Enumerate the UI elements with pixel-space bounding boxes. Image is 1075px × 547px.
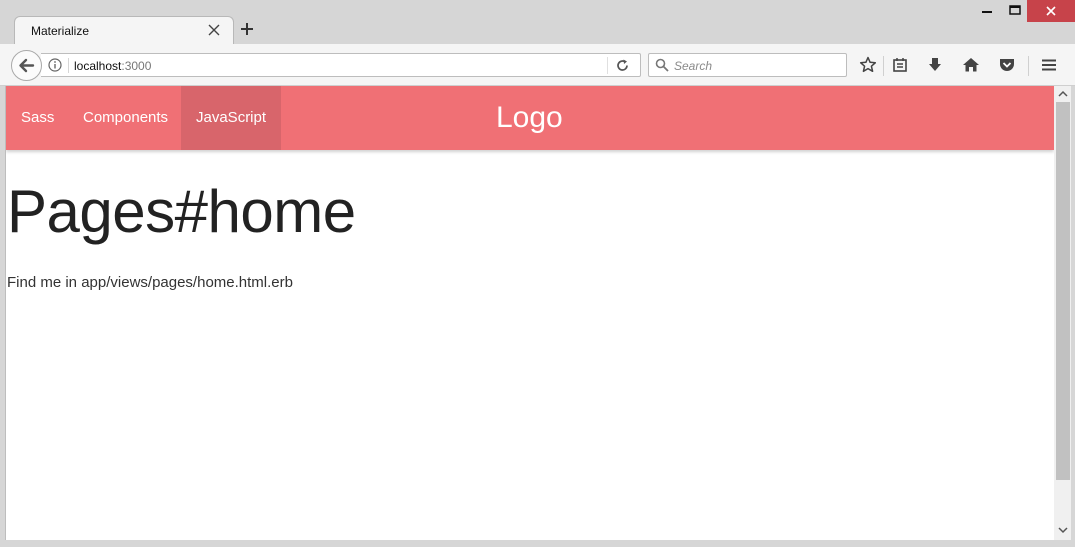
toolbar-separator <box>883 56 884 76</box>
back-button[interactable] <box>11 50 42 81</box>
maximize-button[interactable] <box>1004 0 1026 22</box>
minimize-icon <box>982 11 992 13</box>
nav-link-components[interactable]: Components <box>68 86 183 150</box>
pocket-icon[interactable] <box>998 56 1016 74</box>
nav-toolbar: localhost:3000 Search <box>0 44 1075 86</box>
scrollbar-thumb[interactable] <box>1056 102 1070 480</box>
star-icon[interactable] <box>859 56 877 74</box>
reload-separator <box>607 57 608 74</box>
close-tab-icon[interactable] <box>207 23 221 37</box>
url-separator <box>68 58 69 73</box>
url-host: localhost <box>74 59 122 73</box>
nav-link-javascript[interactable]: JavaScript <box>181 86 282 150</box>
chevron-down-icon[interactable] <box>1054 522 1071 538</box>
url-port: :3000 <box>121 59 152 73</box>
home-icon[interactable] <box>962 56 980 74</box>
tab-title: Materialize <box>31 24 90 38</box>
brand-logo[interactable]: Logo <box>496 86 563 150</box>
close-icon <box>1046 6 1056 16</box>
title-bar: Materialize <box>0 0 1075 45</box>
page-title: Pages#home <box>7 178 356 245</box>
info-icon[interactable] <box>48 58 62 72</box>
close-window-button[interactable] <box>1027 0 1075 22</box>
url-bar[interactable]: localhost:3000 <box>41 53 641 77</box>
page-description: Find me in app/views/pages/home.html.erb <box>7 274 293 291</box>
search-icon <box>655 58 669 72</box>
browser-tab[interactable]: Materialize <box>14 16 234 45</box>
vertical-scrollbar[interactable] <box>1054 86 1071 540</box>
page-viewport: Sass Components JavaScript Logo Pages#ho… <box>5 86 1071 540</box>
minimize-button[interactable] <box>976 0 998 22</box>
menu-icon[interactable] <box>1040 56 1058 74</box>
toolbar-separator <box>1028 56 1029 76</box>
reading-list-icon[interactable] <box>891 56 909 74</box>
site-navbar: Sass Components JavaScript Logo <box>6 86 1054 150</box>
search-placeholder: Search <box>674 59 713 73</box>
maximize-icon <box>1009 5 1021 15</box>
back-arrow-icon <box>19 58 35 73</box>
nav-link-sass[interactable]: Sass <box>6 86 69 150</box>
chevron-up-icon[interactable] <box>1054 86 1071 102</box>
window-bottom-border <box>0 540 1075 547</box>
download-icon[interactable] <box>926 56 944 74</box>
search-input[interactable]: Search <box>648 53 847 77</box>
reload-icon[interactable] <box>615 58 630 73</box>
url-text[interactable]: localhost:3000 <box>74 59 151 73</box>
new-tab-icon[interactable] <box>239 21 255 37</box>
